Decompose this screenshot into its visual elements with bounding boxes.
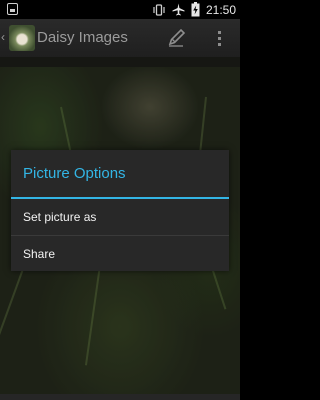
edit-icon[interactable]	[164, 26, 190, 50]
vibrate-icon	[153, 3, 165, 16]
status-time: 21:50	[205, 2, 236, 17]
app-notification-icon	[7, 3, 18, 15]
share-option[interactable]: Share	[11, 236, 229, 272]
status-bar: 21:50	[0, 0, 240, 19]
app-title: Daisy Images	[37, 29, 128, 46]
overflow-menu-icon[interactable]	[212, 26, 226, 50]
action-bar: ‹ Daisy Images	[0, 19, 240, 57]
picture-options-dialog: Picture Options Set picture as Share	[11, 150, 229, 271]
up-navigation-icon[interactable]: ‹	[1, 30, 5, 44]
dialog-title: Picture Options	[23, 165, 126, 182]
airplane-mode-icon	[172, 3, 185, 16]
app-logo[interactable]	[9, 25, 35, 51]
set-picture-as-option[interactable]: Set picture as	[11, 199, 229, 235]
status-icons: 21:50	[152, 0, 236, 19]
battery-charging-icon	[191, 2, 200, 17]
